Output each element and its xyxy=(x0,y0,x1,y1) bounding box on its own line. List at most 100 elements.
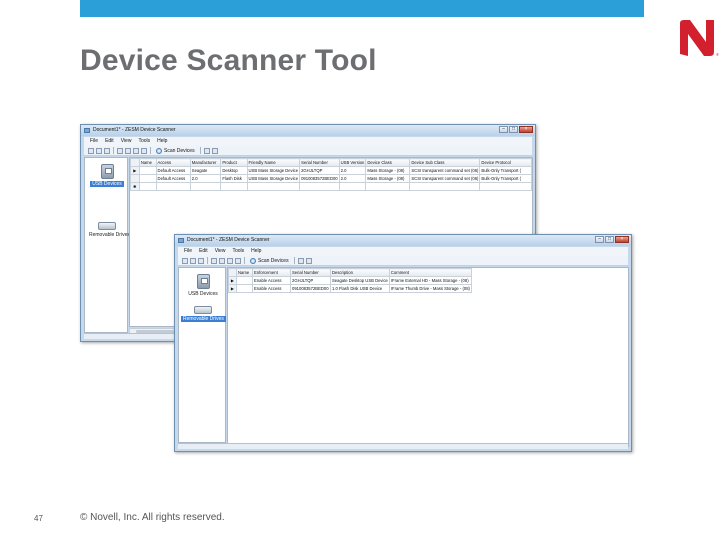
column-header[interactable]: USB Version xyxy=(338,158,367,167)
menu-help[interactable]: Help xyxy=(157,137,167,146)
print-icon[interactable] xyxy=(211,257,217,264)
column-header[interactable]: Name xyxy=(236,268,253,277)
table-cell[interactable] xyxy=(236,284,253,293)
column-header[interactable]: Serial Number xyxy=(290,268,331,277)
table-cell[interactable]: Mass Storage - (08) xyxy=(365,166,411,175)
table-cell[interactable]: Mass Storage - (08) xyxy=(365,174,411,183)
table-cell[interactable]: 2.0 xyxy=(338,166,367,175)
column-header[interactable]: Enforcement xyxy=(252,268,291,277)
refresh-icon[interactable] xyxy=(203,147,210,154)
new-icon[interactable] xyxy=(182,257,188,264)
menu-tools[interactable]: Tools xyxy=(232,247,244,256)
menu-edit[interactable]: Edit xyxy=(199,247,208,256)
row-selector-icon[interactable]: ▶ xyxy=(228,284,237,293)
table-cell[interactable]: SCSI transparent command set (06) xyxy=(409,174,481,183)
table-cell[interactable] xyxy=(236,276,253,285)
table-cell[interactable]: Desktop xyxy=(220,166,248,175)
column-header[interactable]: Device Protocol xyxy=(479,158,532,167)
menu-view[interactable]: View xyxy=(121,137,132,146)
table-cell[interactable]: 2GHJLTQP xyxy=(299,166,340,175)
maximize-button[interactable]: □ xyxy=(509,126,518,133)
table-cell[interactable]: 0910083572BED00 xyxy=(299,174,340,183)
paste-icon[interactable] xyxy=(141,147,147,154)
new-icon[interactable] xyxy=(88,147,94,154)
table-cell[interactable]: 0910083572BED00 xyxy=(290,284,331,293)
column-header[interactable]: Manufacturer xyxy=(189,158,222,167)
device-usb[interactable]: USB Devices xyxy=(183,274,223,297)
row-selector-icon[interactable]: ▶ xyxy=(130,166,140,175)
menu-view[interactable]: View xyxy=(215,247,226,256)
minimize-button[interactable]: – xyxy=(499,126,508,133)
table-row[interactable]: ▶ Default Access Seagate Desktop USB Mas… xyxy=(130,166,532,175)
window-titlebar[interactable]: Document1* - ZESM Device Scanner – □ × xyxy=(175,235,631,246)
table-cell[interactable]: 2GHJLTQP xyxy=(290,276,331,285)
new-row-icon[interactable]: ✱ xyxy=(130,182,140,191)
menu-help[interactable]: Help xyxy=(251,247,261,256)
column-header[interactable]: Product xyxy=(220,158,248,167)
table-cell[interactable]: Bulk-Only Transport ( xyxy=(479,166,532,175)
options-icon[interactable] xyxy=(211,147,218,154)
column-header[interactable]: Friendly Name xyxy=(246,158,301,167)
menu-file[interactable]: File xyxy=(184,247,192,256)
table-cell[interactable]: SCSI transparent command set (06) xyxy=(409,166,481,175)
row-selector-icon[interactable]: ▶ xyxy=(228,276,237,285)
device-usb[interactable]: USB Devices xyxy=(89,164,125,187)
table-cell[interactable]: IFrame External HD - Mass Storage - (08) xyxy=(388,276,472,285)
table-row[interactable]: Default Access 2.0 Flash Disk USB Mass S… xyxy=(130,174,532,183)
table-cell[interactable]: Enable Access xyxy=(252,284,291,293)
table-cell[interactable]: Default Access xyxy=(155,166,191,175)
close-button[interactable]: × xyxy=(615,236,629,243)
table-cell[interactable]: USB Mass Storage Device xyxy=(246,166,301,175)
table-row[interactable]: ▶ Enable Access 0910083572BED00 1.0 Flas… xyxy=(228,284,472,293)
close-button[interactable]: × xyxy=(519,126,533,133)
column-header[interactable]: Device Class xyxy=(365,158,411,167)
new-row[interactable]: ✱ xyxy=(130,182,532,191)
table-cell[interactable]: 2.0 xyxy=(338,174,367,183)
save-icon[interactable] xyxy=(104,147,110,154)
save-icon[interactable] xyxy=(198,257,204,264)
table-cell[interactable]: Flash Disk xyxy=(220,174,248,183)
table-cell[interactable]: IFrame Thumb Drive - Mass Storage - (08) xyxy=(388,284,472,293)
scanner-window-secondary[interactable]: Document1* - ZESM Device Scanner – □ × F… xyxy=(174,234,632,452)
paste-icon[interactable] xyxy=(235,257,241,264)
maximize-button[interactable]: □ xyxy=(605,236,614,243)
column-header[interactable]: Comment xyxy=(388,268,472,277)
open-icon[interactable] xyxy=(96,147,102,154)
column-header[interactable]: Serial Number xyxy=(299,158,340,167)
table-cell[interactable] xyxy=(138,166,157,175)
table-cell[interactable]: Default Access xyxy=(155,174,191,183)
copy-icon[interactable] xyxy=(227,257,233,264)
device-removable[interactable]: Removable Drives xyxy=(87,222,130,238)
row-header[interactable] xyxy=(130,174,140,183)
table-cell[interactable]: 2.0 xyxy=(189,174,222,183)
table-cell[interactable]: Seagate xyxy=(189,166,222,175)
open-icon[interactable] xyxy=(190,257,196,264)
column-header[interactable]: Description xyxy=(330,268,390,277)
cut-icon[interactable] xyxy=(219,257,225,264)
table-cell[interactable] xyxy=(138,174,157,183)
app-icon xyxy=(178,238,184,243)
table-cell[interactable]: Bulk-Only Transport ( xyxy=(479,174,532,183)
minimize-button[interactable]: – xyxy=(595,236,604,243)
column-header[interactable]: Device Sub Class xyxy=(409,158,481,167)
scan-devices-button[interactable]: Scan Devices xyxy=(154,147,197,154)
menu-tools[interactable]: Tools xyxy=(138,137,150,146)
column-header[interactable]: Access xyxy=(155,158,191,167)
copy-icon[interactable] xyxy=(133,147,139,154)
menu-edit[interactable]: Edit xyxy=(105,137,114,146)
menu-file[interactable]: File xyxy=(90,137,98,146)
scan-devices-button[interactable]: Scan Devices xyxy=(248,257,291,264)
table-cell[interactable]: USB Mass Storage Device xyxy=(246,174,301,183)
table-cell[interactable]: Enable Access xyxy=(252,276,291,285)
print-icon[interactable] xyxy=(117,147,123,154)
device-removable[interactable]: Removable Drives xyxy=(181,306,226,322)
cut-icon[interactable] xyxy=(125,147,131,154)
table-cell[interactable]: 1.0 Flash Disk USB Device xyxy=(330,284,390,293)
refresh-icon[interactable] xyxy=(297,257,304,264)
table-cell[interactable]: Seagate Desktop USB Device xyxy=(330,276,390,285)
table-row[interactable]: ▶ Enable Access 2GHJLTQP Seagate Desktop… xyxy=(228,276,472,285)
window-titlebar[interactable]: Document1* - ZESM Device Scanner – □ × xyxy=(81,125,535,136)
device-type-pane: USB Devices Removable Drives xyxy=(84,157,130,333)
column-header[interactable]: Name xyxy=(138,158,157,167)
options-icon[interactable] xyxy=(305,257,312,264)
